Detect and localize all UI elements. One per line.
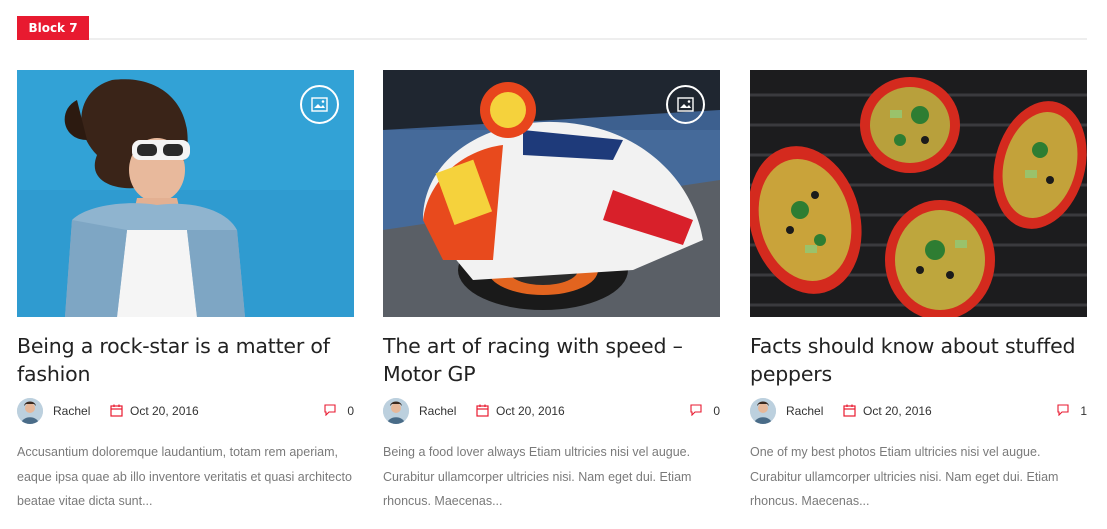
post-title[interactable]: Facts should know about stuffed peppers — [750, 332, 1087, 388]
image-icon — [677, 97, 694, 112]
image-format-badge — [666, 85, 705, 124]
author-name[interactable]: Rachel — [419, 404, 456, 418]
comment-icon — [1057, 404, 1069, 416]
comment-count[interactable]: 1 — [1077, 404, 1087, 418]
comment-icon — [690, 404, 702, 416]
block-title-tag: Block 7 — [17, 16, 89, 40]
post-date: Oct 20, 2016 — [496, 404, 565, 418]
author-avatar[interactable] — [750, 398, 776, 424]
comment-count[interactable]: 0 — [344, 404, 354, 418]
comment-icon — [324, 404, 336, 416]
calendar-icon — [110, 404, 123, 417]
post-excerpt: Accusantium doloremque laudantium, totam… — [17, 445, 352, 508]
comment-count[interactable]: 0 — [710, 404, 720, 418]
author-name[interactable]: Rachel — [786, 404, 823, 418]
post-card: The art of racing with speed – Motor GP … — [383, 70, 720, 508]
post-title[interactable]: The art of racing with speed – Motor GP — [383, 332, 720, 388]
stuffed-peppers-photo — [750, 70, 1087, 317]
author-avatar[interactable] — [17, 398, 43, 424]
post-thumbnail-link[interactable] — [750, 70, 1087, 317]
author-name[interactable]: Rachel — [53, 404, 90, 418]
post-excerpt: One of my best photos Etiam ultricies ni… — [750, 445, 1059, 508]
post-thumbnail-link[interactable] — [17, 70, 354, 317]
block-header: Block 7 — [17, 16, 1087, 40]
image-format-badge — [300, 85, 339, 124]
post-meta: Rachel Oct 20, 2016 0 — [383, 398, 720, 424]
post-card: Being a rock-star is a matter of fashion… — [17, 70, 354, 508]
post-card: Facts should know about stuffed peppers … — [750, 70, 1087, 508]
calendar-icon — [843, 404, 856, 417]
author-avatar[interactable] — [383, 398, 409, 424]
post-thumbnail-link[interactable] — [383, 70, 720, 317]
post-date: Oct 20, 2016 — [863, 404, 932, 418]
post-date: Oct 20, 2016 — [130, 404, 199, 418]
post-excerpt: Being a food lover always Etiam ultricie… — [383, 445, 692, 508]
image-icon — [311, 97, 328, 112]
post-meta: Rachel Oct 20, 2016 0 — [17, 398, 354, 424]
calendar-icon — [476, 404, 489, 417]
post-title[interactable]: Being a rock-star is a matter of fashion — [17, 332, 354, 388]
post-meta: Rachel Oct 20, 2016 1 — [750, 398, 1087, 424]
